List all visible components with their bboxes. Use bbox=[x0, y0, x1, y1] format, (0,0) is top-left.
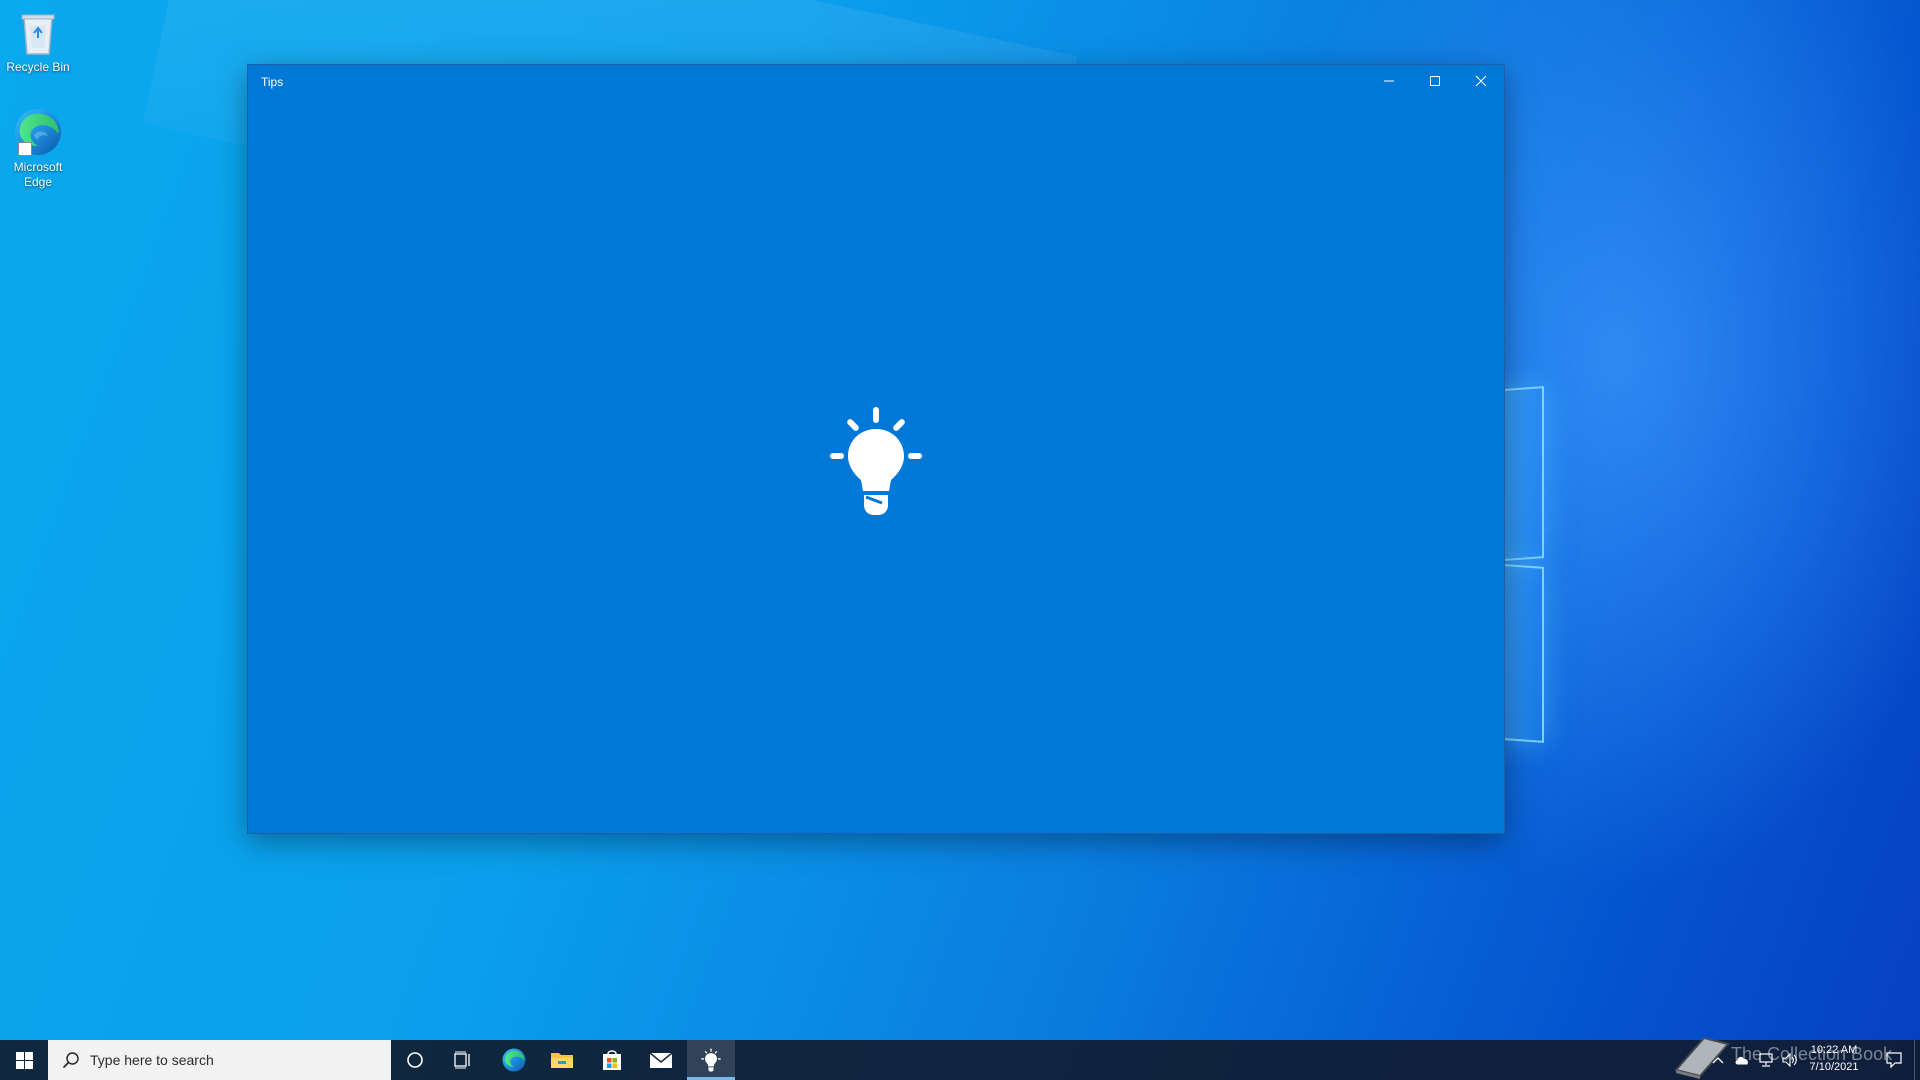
desktop-icon-label: Microsoft Edge bbox=[13, 160, 63, 189]
file-explorer-icon bbox=[551, 1053, 573, 1068]
action-center-button[interactable] bbox=[1876, 1040, 1912, 1080]
tips-window: Tips bbox=[247, 64, 1505, 834]
onedrive-tray-button[interactable] bbox=[1734, 1052, 1750, 1068]
edge-icon bbox=[12, 106, 64, 158]
cloud-icon bbox=[1735, 1056, 1748, 1065]
taskbar-file-explorer-button[interactable] bbox=[538, 1040, 586, 1080]
windows-logo-icon bbox=[15, 1051, 33, 1069]
minimize-button[interactable] bbox=[1366, 65, 1412, 97]
clock-date: 7/10/2021 bbox=[1809, 1061, 1859, 1073]
search-box[interactable]: Type here to search bbox=[48, 1040, 391, 1080]
network-tray-button[interactable] bbox=[1758, 1052, 1774, 1068]
desktop: Recycle Bin Microsoft Edge Tips Type her… bbox=[0, 0, 1920, 1080]
desktop-icon-microsoft-edge[interactable]: Microsoft Edge bbox=[0, 106, 76, 190]
search-placeholder: Type here to search bbox=[90, 1052, 214, 1068]
mail-icon bbox=[649, 1052, 673, 1068]
window-title: Tips bbox=[261, 75, 284, 89]
cortana-button[interactable] bbox=[391, 1040, 439, 1080]
volume-tray-button[interactable] bbox=[1782, 1052, 1798, 1068]
lightbulb-icon bbox=[828, 405, 924, 517]
show-desktop-button[interactable] bbox=[1914, 1040, 1920, 1080]
start-button[interactable] bbox=[0, 1040, 48, 1080]
tips-icon bbox=[701, 1048, 721, 1072]
speaker-icon bbox=[1782, 1053, 1797, 1067]
close-button[interactable] bbox=[1458, 65, 1504, 97]
clock-time: 10:22 AM bbox=[1810, 1044, 1858, 1056]
edge-icon bbox=[502, 1048, 526, 1072]
store-icon bbox=[603, 1050, 621, 1070]
notifications-icon bbox=[1886, 1052, 1902, 1068]
taskbar: Type here to search bbox=[0, 1040, 1920, 1080]
show-hidden-icons-button[interactable] bbox=[1710, 1052, 1726, 1068]
taskbar-store-button[interactable] bbox=[588, 1040, 636, 1080]
taskbar-edge-button[interactable] bbox=[490, 1040, 538, 1080]
cortana-icon bbox=[407, 1052, 423, 1068]
close-icon bbox=[1475, 75, 1487, 87]
taskbar-clock[interactable]: 10:22 AM 7/10/2021 bbox=[1800, 1042, 1868, 1076]
chevron-up-icon bbox=[1712, 1057, 1724, 1064]
maximize-button[interactable] bbox=[1412, 65, 1458, 97]
minimize-icon bbox=[1384, 80, 1394, 82]
recycle-bin-icon bbox=[12, 6, 64, 58]
desktop-icon-label: Recycle Bin bbox=[6, 60, 70, 74]
task-view-button[interactable] bbox=[439, 1040, 487, 1080]
taskbar-tips-button[interactable] bbox=[687, 1040, 735, 1080]
search-icon bbox=[62, 1052, 79, 1069]
desktop-icon-recycle-bin[interactable]: Recycle Bin bbox=[0, 6, 76, 75]
task-view-icon bbox=[454, 1051, 470, 1069]
title-bar[interactable]: Tips bbox=[248, 65, 1504, 97]
taskbar-mail-button[interactable] bbox=[637, 1040, 685, 1080]
network-icon bbox=[1759, 1053, 1773, 1067]
maximize-icon bbox=[1430, 76, 1440, 86]
